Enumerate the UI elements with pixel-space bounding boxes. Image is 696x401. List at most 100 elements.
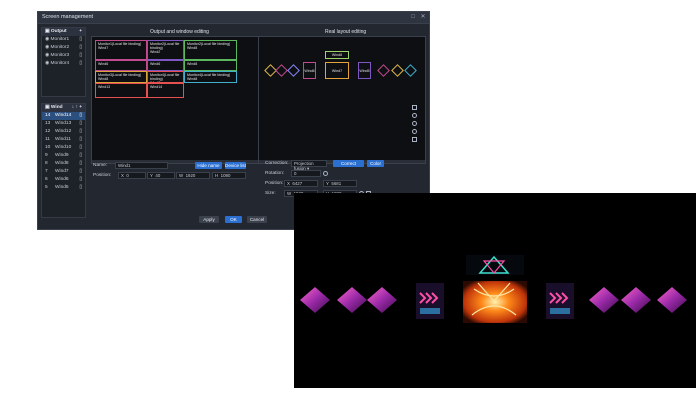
layout-cell[interactable]: Monitor3(Local file binding) Wind8 (95, 71, 147, 83)
y-label: Y (150, 173, 153, 178)
wind-list-item[interactable]: 8 Wind8 ▯ (42, 160, 85, 168)
wind-label: Wind11 (55, 137, 71, 142)
output-editing-title: Output and window editing (150, 29, 209, 35)
layout-shape[interactable] (377, 64, 390, 77)
layout-shape[interactable] (404, 64, 417, 77)
trash-icon[interactable]: ▯ (79, 120, 82, 128)
layout-shape[interactable] (391, 64, 404, 77)
layout-cell[interactable]: Monitor2(Local file binding) Wind8 (184, 40, 237, 60)
wind-id: 5 (45, 185, 48, 190)
wind-label: Wind14 (55, 113, 72, 118)
layout-cell[interactable]: Monitor2(Local file binding) Wind2 (147, 40, 184, 60)
trash-icon[interactable]: ▯ (79, 176, 82, 184)
wind-toolbar-icons[interactable]: ↓ ↑ + (72, 104, 82, 112)
wind-id: 14 (45, 113, 51, 118)
name-input[interactable]: Wind1 (115, 162, 168, 169)
wind-list-item[interactable]: 11 Wind11 ▯ (42, 136, 85, 144)
eye-icon[interactable]: ◉ (45, 45, 49, 50)
layout-cell[interactable]: Monitor4(Local file binding) Wind7 (147, 71, 184, 83)
real-layout-window[interactable]: Wind8 (325, 51, 349, 59)
layout-cell[interactable]: Wind6 (95, 60, 147, 71)
x-label: X (287, 181, 290, 186)
w-input[interactable]: W 1920 (176, 172, 210, 179)
add-output-icon[interactable]: + (79, 28, 82, 36)
panel-center (463, 281, 527, 323)
layout-cell[interactable]: Monitor1(Local file binding) Wind7 (95, 40, 147, 60)
eye-icon[interactable]: ◉ (45, 37, 49, 42)
layout-cell[interactable]: Wind6 (147, 60, 184, 71)
wind-list-item[interactable]: 5 Wind5 ▯ (42, 184, 85, 192)
size-label: Size: (265, 191, 276, 196)
real-layout-window[interactable]: Wind7 (325, 62, 349, 79)
window-title: Screen management (42, 14, 94, 20)
layout-cell[interactable]: Wind8 (184, 60, 237, 71)
x-input[interactable]: X 0 (118, 172, 146, 179)
y-input[interactable]: Y 40 (147, 172, 175, 179)
real-layout-canvas[interactable]: Wind8 Wind6 Wind7 Wind5 (258, 36, 426, 164)
rotation-input[interactable]: 0 (291, 170, 321, 177)
trash-icon[interactable]: ▯ (79, 36, 82, 44)
x-value: 0 (126, 173, 129, 178)
wind-list-item[interactable]: 14 Wind14 ▯ (42, 112, 85, 120)
cancel-button[interactable]: Cancel (247, 216, 267, 223)
rotate-icon[interactable] (412, 129, 417, 134)
wind-list-item[interactable]: 6 Wind6 ▯ (42, 176, 85, 184)
wind-list-item[interactable]: 12 Wind12 ▯ (42, 128, 85, 136)
trash-icon[interactable]: ▯ (79, 184, 82, 192)
eye-icon[interactable]: ◉ (45, 61, 49, 66)
layout-shape[interactable] (275, 64, 288, 77)
image-icon[interactable] (412, 105, 417, 110)
trash-icon[interactable]: ▯ (79, 168, 82, 176)
layout-cell[interactable]: Monitor4(Local file binding) Wind8 (184, 71, 237, 83)
ok-button[interactable]: OK (225, 216, 242, 223)
apply-button[interactable]: Apply (199, 216, 219, 223)
wind-list-item[interactable]: 7 Wind7 ▯ (42, 168, 85, 176)
real-layout-window[interactable]: Wind6 (303, 62, 316, 79)
trash-icon[interactable]: ▯ (79, 128, 82, 136)
output-item[interactable]: ◉ Monitor2 ▯ (42, 44, 85, 52)
h-input[interactable]: H 1080 (212, 172, 246, 179)
h-value: 1080 (220, 173, 231, 178)
trash-icon[interactable]: ▯ (79, 44, 82, 52)
correction-select[interactable]: Projection fusion ▾ (291, 160, 327, 171)
wind-list-item[interactable]: 10 Wind10 ▯ (42, 144, 85, 152)
zoom-in-icon[interactable] (412, 113, 417, 118)
hide-name-button[interactable]: Hide name (195, 162, 222, 169)
trash-icon[interactable]: ▯ (79, 112, 82, 120)
trash-icon[interactable]: ▯ (79, 60, 82, 68)
real-layout-window[interactable]: Wind5 (358, 62, 371, 79)
w-value: 1920 (185, 173, 196, 178)
close-icon[interactable]: ✕ (420, 14, 426, 20)
wind-list-item[interactable]: 13 Wind13 ▯ (42, 120, 85, 128)
layout-cell[interactable]: Wind14 (147, 83, 184, 98)
output-item[interactable]: ◉ Monitor4 ▯ (42, 60, 85, 68)
right-position-label: Position: (265, 181, 284, 186)
output-item[interactable]: ◉ Monitor1 ▯ (42, 36, 85, 44)
wind-list-item[interactable]: 9 Wind9 ▯ (42, 152, 85, 160)
layout-shape[interactable] (287, 64, 300, 77)
right-y-input[interactable]: Y 5681 (323, 180, 357, 187)
y-value: 5681 (331, 181, 342, 186)
layout-cell[interactable]: Wind13 (95, 83, 147, 98)
trash-icon[interactable]: ▯ (79, 136, 82, 144)
rotate-icon[interactable] (323, 171, 328, 176)
eye-icon[interactable]: ◉ (45, 53, 49, 58)
output-item[interactable]: ◉ Monitor3 ▯ (42, 52, 85, 60)
trash-icon[interactable]: ▯ (79, 160, 82, 168)
output-item-label: Monitor1 (50, 37, 70, 42)
right-x-input[interactable]: X 6427 (284, 180, 318, 187)
trash-icon[interactable]: ▯ (79, 152, 82, 160)
stage-projection-image (294, 193, 696, 388)
maximize-icon[interactable]: □ (410, 14, 416, 20)
color-button[interactable]: Color (367, 160, 384, 167)
device-list-button[interactable]: Device list (225, 162, 246, 169)
output-header: ▣ Output + (42, 28, 85, 36)
position-label: Position: (93, 173, 112, 178)
trash-icon[interactable]: ▯ (79, 52, 82, 60)
wind-id: 9 (45, 153, 48, 158)
zoom-out-icon[interactable] (412, 121, 417, 126)
trash-icon[interactable]: ▯ (79, 144, 82, 152)
wind-id: 8 (45, 161, 48, 166)
correct-button[interactable]: Correct (333, 160, 364, 167)
expand-icon[interactable] (412, 137, 417, 142)
